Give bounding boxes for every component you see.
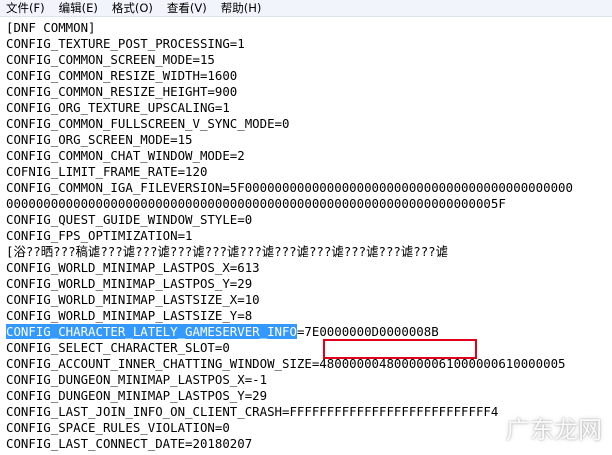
text-line[interactable]: CONFIG_DUNGEON_MINIMAP_LASTPOS_Y=29: [6, 388, 267, 403]
menu-file[interactable]: 文件(F): [6, 0, 45, 17]
text-line[interactable]: CONFIG_SPACE_RULES_VIOLATION=0: [6, 420, 230, 435]
text-line[interactable]: CONFIG_COMMON_RESIZE_WIDTH=1600: [6, 68, 237, 83]
text-line[interactable]: CONFIG_ACCOUNT_INNER_CHATTING_WINDOW_SIZ…: [6, 356, 566, 371]
text-line[interactable]: CONFIG_ORG_SCREEN_MODE=15: [6, 132, 193, 147]
menu-edit[interactable]: 编辑(E): [59, 0, 98, 17]
text-line[interactable]: CONFIG_LAST_JOIN_INFO_ON_CLIENT_CRASH=FF…: [6, 404, 498, 419]
text-line[interactable]: CONFIG_COMMON_FULLSCREEN_V_SYNC_MODE=0: [6, 116, 289, 131]
text-line[interactable]: CONFIG_COMMON_SCREEN_MODE=15: [6, 52, 215, 67]
text-line[interactable]: CONFIG_DUNGEON_MINIMAP_LASTPOS_X=-1: [6, 372, 267, 387]
text-editor[interactable]: [DNF COMMON] CONFIG_TEXTURE_POST_PROCESS…: [0, 18, 612, 455]
selected-text-line[interactable]: CONFIG_CHARACTER_LATELY_GAMESERVER_INFO=…: [6, 324, 439, 339]
text-line[interactable]: CONFIG_WORLD_MINIMAP_LASTPOS_X=613: [6, 260, 260, 275]
text-line[interactable]: [DNF COMMON]: [6, 20, 96, 35]
text-line[interactable]: CONFIG_FPS_OPTIMIZATION=1: [6, 228, 193, 243]
text-line[interactable]: CONFIG_WORLD_MINIMAP_LASTSIZE_Y=8: [6, 308, 252, 323]
text-line[interactable]: CONFIG_TEXTURE_POST_PROCESSING=1: [6, 36, 245, 51]
text-line[interactable]: CONFIG_WORLD_MINIMAP_LASTSIZE_X=10: [6, 292, 260, 307]
text-line[interactable]: CONFIG_COMMON_RESIZE_HEIGHT=900: [6, 84, 237, 99]
text-line[interactable]: COFNIG_LIMIT_FRAME_RATE=120: [6, 164, 207, 179]
notepad-window: 文件(F) 编辑(E) 格式(O) 查看(V) 帮助(H) [DNF COMMO…: [0, 0, 612, 455]
menu-bar: 文件(F) 编辑(E) 格式(O) 查看(V) 帮助(H): [0, 0, 612, 17]
text-line[interactable]: 0000000000000000000000000000000000000000…: [6, 196, 506, 211]
text-line[interactable]: CONFIG_SELECT_CHARACTER_SLOT=0: [6, 340, 230, 355]
menu-view[interactable]: 查看(V): [167, 0, 207, 17]
menu-format[interactable]: 格式(O): [112, 0, 153, 17]
text-line[interactable]: CONFIG_WORLD_MINIMAP_LASTPOS_Y=29: [6, 276, 252, 291]
gameserver-info-value[interactable]: =7E0000000D0000008B: [297, 324, 439, 339]
text-line[interactable]: CONFIG_COMMON_CHAT_WINDOW_MODE=2: [6, 148, 245, 163]
text-line[interactable]: CONFIG_COMMON_IGA_FILEVERSION=5F00000000…: [6, 180, 573, 195]
text-line[interactable]: [浴??晒???稿谑???谑???谑???谑???谑???谑???谑???谑??…: [6, 244, 448, 259]
text-line[interactable]: CONFIG_LAST_CONNECT_DATE=20180207: [6, 436, 252, 451]
watermark: 广东龙网: [506, 416, 602, 444]
selected-text[interactable]: CONFIG_CHARACTER_LATELY_GAMESERVER_INFO: [6, 324, 297, 339]
menu-help[interactable]: 帮助(H): [221, 0, 262, 17]
text-line[interactable]: CONFIG_ORG_TEXTURE_UPSCALING=1: [6, 100, 230, 115]
text-line[interactable]: CONFIG_QUEST_GUIDE_WINDOW_STYLE=0: [6, 212, 252, 227]
